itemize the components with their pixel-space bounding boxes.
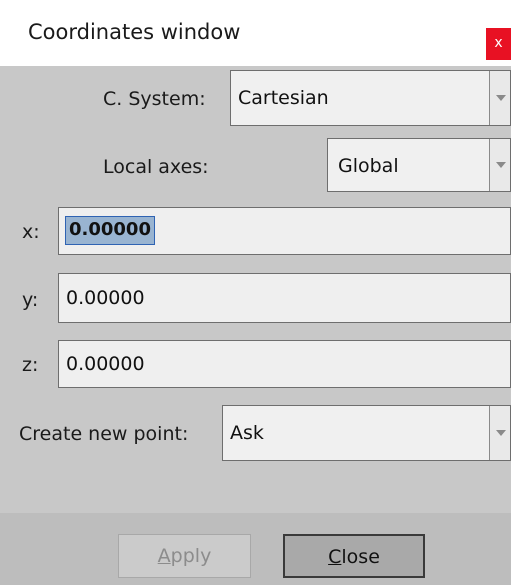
chevron-down-icon	[496, 162, 506, 168]
c-system-value: Cartesian	[238, 87, 329, 109]
x-value-selected: 0.00000	[65, 216, 155, 245]
create-new-point-dropdown[interactable]: Ask	[222, 405, 511, 461]
chevron-down-icon	[496, 430, 506, 436]
y-field[interactable]: 0.00000	[58, 273, 511, 323]
c-system-dropdown[interactable]: Cartesian	[230, 70, 511, 126]
create-new-point-value: Ask	[230, 422, 264, 444]
title-bar: Coordinates window x	[0, 0, 511, 66]
x-field[interactable]: 0.00000	[58, 207, 511, 255]
local-axes-dropdown[interactable]: Global	[327, 138, 511, 192]
button-bar: Apply Close	[0, 513, 511, 585]
dialog-body: C. System: Cartesian Local axes: Global …	[0, 66, 511, 585]
create-new-point-label: Create new point:	[19, 423, 189, 445]
c-system-label: C. System:	[103, 88, 206, 110]
apply-label-rest: pply	[170, 545, 212, 567]
close-window-button[interactable]: x	[486, 28, 511, 60]
apply-mnemonic: A	[157, 545, 171, 567]
c-system-dropdown-button[interactable]	[489, 71, 510, 125]
close-icon: x	[494, 35, 503, 51]
z-label: z:	[22, 354, 39, 376]
z-field[interactable]: 0.00000	[58, 340, 511, 388]
apply-button[interactable]: Apply	[118, 534, 251, 578]
z-value: 0.00000	[66, 353, 145, 375]
y-label: y:	[22, 289, 39, 311]
close-mnemonic: C	[328, 546, 342, 568]
local-axes-label: Local axes:	[103, 156, 209, 178]
create-new-point-dropdown-button[interactable]	[489, 406, 510, 460]
chevron-down-icon	[496, 95, 506, 101]
local-axes-value: Global	[338, 155, 399, 177]
close-button[interactable]: Close	[283, 534, 425, 578]
y-value: 0.00000	[66, 287, 145, 309]
local-axes-dropdown-button[interactable]	[489, 139, 510, 191]
close-label-rest: lose	[341, 546, 380, 568]
x-label: x:	[22, 221, 40, 243]
window-title: Coordinates window	[28, 20, 241, 44]
